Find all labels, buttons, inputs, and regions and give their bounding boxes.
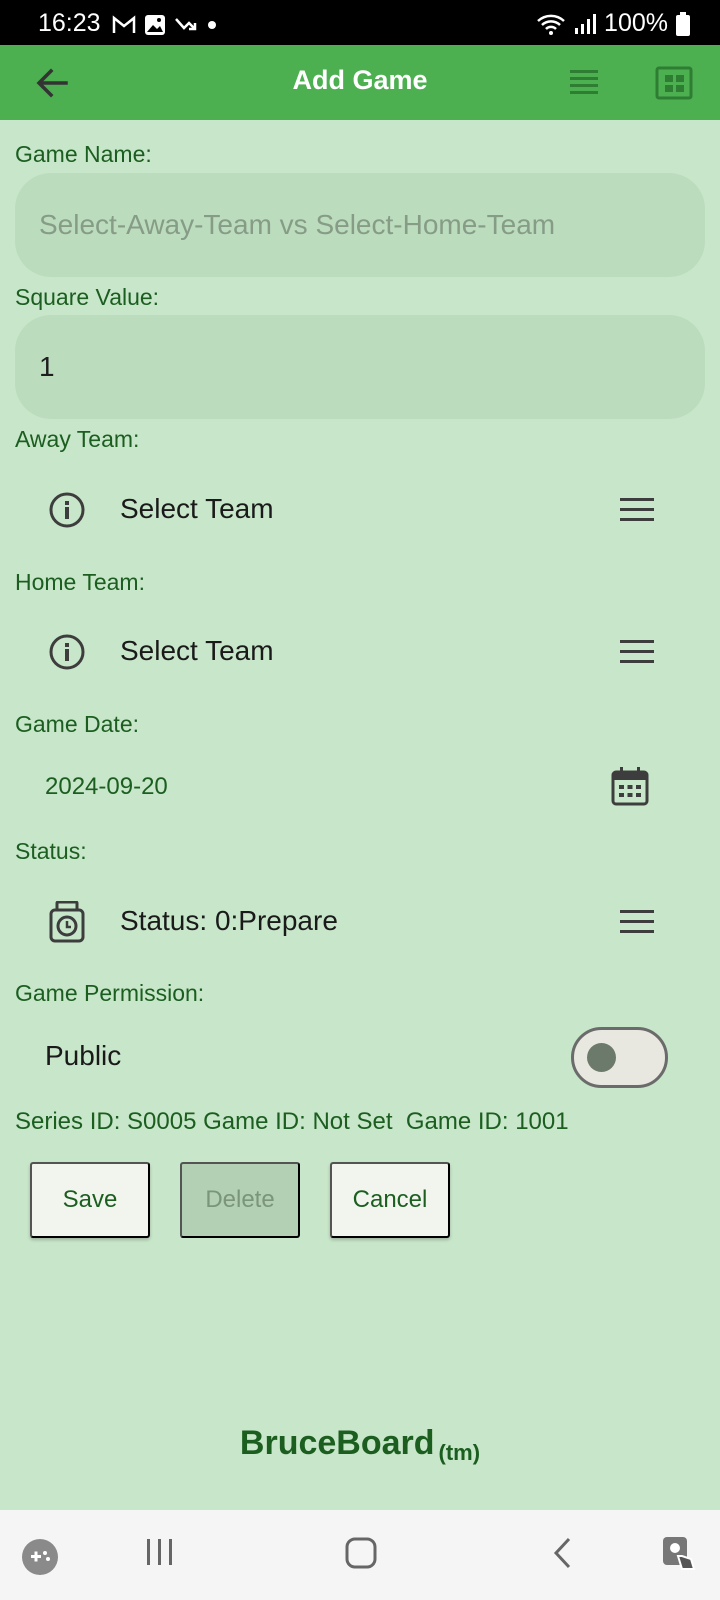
home-team-value[interactable]: Select Team (120, 635, 274, 667)
home-icon[interactable] (344, 1536, 378, 1570)
away-team-label: Away Team: (15, 426, 140, 452)
app-bar: Add Game (0, 45, 720, 120)
brand-tm: (tm) (438, 1440, 481, 1465)
status-label: Status: (15, 838, 87, 864)
signal-icon (575, 13, 597, 34)
square-value-input[interactable] (15, 315, 705, 419)
status-menu-icon[interactable] (618, 902, 658, 942)
game-date-label: Game Date: (15, 711, 139, 737)
notification-icons (112, 14, 218, 36)
system-nav-bar (0, 1510, 720, 1600)
calendar-icon[interactable] (610, 766, 650, 806)
back-nav-icon[interactable] (550, 1536, 576, 1570)
info-icon[interactable] (48, 633, 86, 671)
dot-icon (208, 21, 216, 29)
game-name-label: Game Name: (15, 141, 152, 167)
missed-call-icon (175, 18, 197, 31)
info-icon[interactable] (48, 491, 86, 529)
status-time: 16:23 (38, 9, 101, 37)
gallery-icon (145, 15, 165, 35)
home-team-menu-icon[interactable] (618, 632, 658, 672)
toggle-knob (587, 1043, 616, 1072)
home-team-label: Home Team: (15, 569, 145, 595)
battery-icon (676, 11, 690, 36)
game-date-value[interactable]: 2024-09-20 (45, 773, 168, 801)
save-button[interactable]: Save (30, 1162, 150, 1238)
ids-info: Series ID: S0005 Game ID: Not Set Game I… (15, 1108, 569, 1135)
recent-apps-icon[interactable] (144, 1536, 176, 1570)
game-permission-label: Game Permission: (15, 980, 205, 1006)
away-team-value[interactable]: Select Team (120, 493, 274, 525)
battery-percent: 100% (604, 9, 668, 37)
game-name-field[interactable] (15, 173, 705, 277)
game-name-input[interactable] (15, 173, 705, 277)
brand-name: BruceBoard (239, 1424, 435, 1462)
accessibility-touch-icon[interactable] (660, 1534, 700, 1574)
wifi-icon (537, 14, 565, 35)
system-icons: 100% (536, 9, 690, 38)
page-title: Add Game (292, 65, 428, 95)
game-launcher-icon[interactable] (21, 1538, 59, 1576)
away-team-menu-icon[interactable] (618, 490, 658, 530)
status-value[interactable]: Status: 0:Prepare (120, 905, 338, 937)
list-view-icon[interactable] (566, 65, 602, 101)
public-toggle[interactable] (571, 1027, 668, 1088)
square-value-label: Square Value: (15, 284, 160, 310)
gmail-icon (112, 15, 136, 33)
status-bar: 16:23 100% (0, 0, 720, 45)
delete-button[interactable]: Delete (180, 1162, 300, 1238)
grid-view-icon[interactable] (654, 63, 694, 103)
status-timer-icon (49, 901, 85, 943)
cancel-button[interactable]: Cancel (330, 1162, 450, 1238)
square-value-field[interactable] (15, 315, 705, 419)
permission-value: Public (45, 1040, 122, 1071)
brand-footer: BruceBoard (tm) (0, 1424, 720, 1466)
